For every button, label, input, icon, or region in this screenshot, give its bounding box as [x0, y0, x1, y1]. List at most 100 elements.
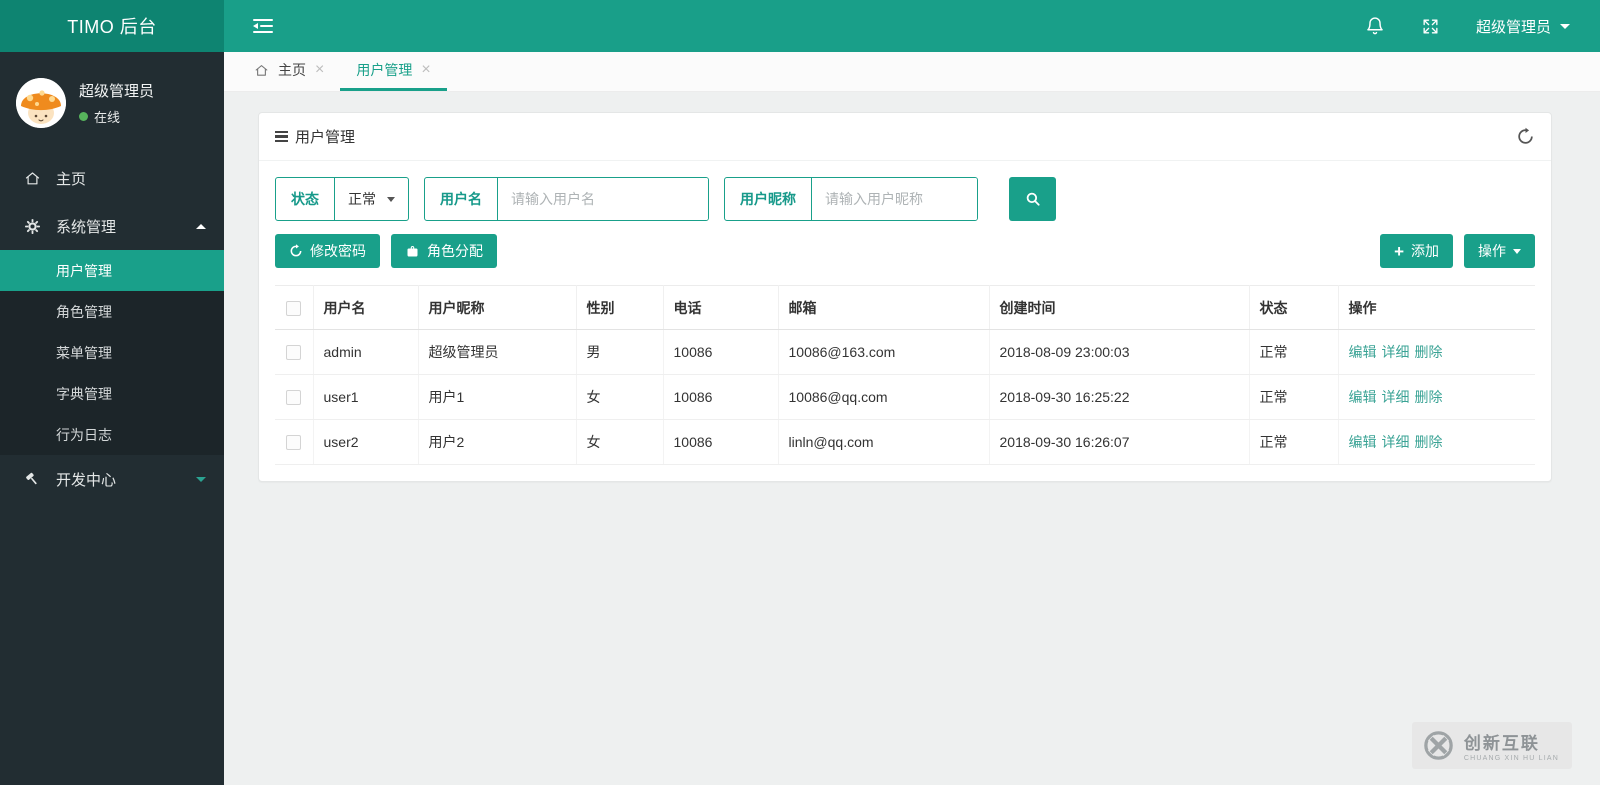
column-header: 性别 — [576, 285, 664, 330]
close-icon[interactable]: × — [315, 62, 324, 78]
user-menu-label: 超级管理员 — [1475, 18, 1551, 36]
edit-link[interactable]: 编辑 — [1349, 344, 1377, 360]
cell-gender: 女 — [576, 419, 664, 465]
cell-gender: 男 — [576, 329, 664, 375]
delete-link[interactable]: 删除 — [1415, 344, 1443, 360]
column-header: 用户昵称 — [418, 285, 577, 330]
user-name: 超级管理员 — [79, 83, 155, 100]
select-all-header — [275, 285, 314, 330]
watermark-subtitle: CHUANG XIN HU LIAN — [1463, 755, 1559, 762]
detail-link[interactable]: 详细 — [1382, 344, 1410, 360]
topbar: TIMO 后台 超级管理员 — [0, 0, 1600, 52]
cell-created: 2018-09-30 16:25:22 — [989, 374, 1250, 420]
watermark-logo-icon — [1422, 729, 1455, 762]
home-icon — [254, 63, 269, 78]
user-panel: 超级管理员 在线 — [0, 52, 224, 154]
cell-phone: 10086 — [663, 329, 779, 375]
refresh-icon[interactable] — [1516, 127, 1535, 146]
column-header: 创建时间 — [989, 285, 1250, 330]
row-checkbox[interactable] — [286, 435, 302, 451]
cell-username: user1 — [313, 374, 419, 420]
cell-created: 2018-09-30 16:26:07 — [989, 419, 1250, 465]
sidebar-item-role-mgmt[interactable]: 角色管理 — [0, 291, 224, 332]
table-row: user2 用户2 女 10086 linln@qq.com 2018-09-3… — [275, 419, 1535, 465]
panel-title: 用户管理 — [295, 129, 356, 146]
change-password-button[interactable]: 修改密码 — [275, 234, 380, 268]
sidebar-item-action-log[interactable]: 行为日志 — [0, 414, 224, 455]
cell-nickname: 用户2 — [418, 419, 577, 465]
sidebar-item-user-mgmt[interactable]: 用户管理 — [0, 250, 224, 291]
app-logo: TIMO 后台 — [0, 0, 224, 52]
edit-link[interactable]: 编辑 — [1349, 389, 1377, 405]
chevron-down-icon — [387, 196, 395, 202]
avatar — [16, 78, 66, 128]
sidebar-item-menu-mgmt[interactable]: 菜单管理 — [0, 332, 224, 373]
chevron-down-icon — [1513, 248, 1521, 254]
status-filter-group: 状态 正常 — [275, 177, 409, 221]
cell-username: admin — [313, 329, 419, 375]
column-header: 操作 — [1338, 285, 1535, 330]
edit-link[interactable]: 编辑 — [1349, 434, 1377, 450]
filter-bar: 状态 正常 用户名 用户昵称 — [275, 177, 1535, 221]
column-header: 状态 — [1249, 285, 1339, 330]
username-filter-group: 用户名 — [424, 177, 709, 221]
delete-link[interactable]: 删除 — [1415, 389, 1443, 405]
delete-link[interactable]: 删除 — [1415, 434, 1443, 450]
sidebar-menu: 主页 系统管理 用户管理 角色管理 菜单管理 字典管理 行为日志 开发中心 — [0, 154, 224, 503]
search-icon — [1024, 190, 1042, 208]
users-table: 用户名 用户昵称 性别 电话 邮箱 创建时间 状态 操作 admin 超级管理员 男 1008… — [275, 285, 1535, 465]
bell-icon[interactable] — [1365, 16, 1385, 36]
user-menu[interactable]: 超级管理员 — [1476, 16, 1570, 37]
username-input[interactable] — [498, 178, 708, 220]
status-select[interactable]: 正常 — [335, 178, 408, 220]
row-checkbox[interactable] — [286, 345, 302, 361]
watermark: 创新互联 CHUANG XIN HU LIAN — [1411, 722, 1572, 769]
user-status: 在线 — [94, 110, 121, 125]
cell-email: 10086@qq.com — [778, 374, 990, 420]
close-icon[interactable]: × — [421, 62, 430, 78]
cell-email: 10086@163.com — [778, 329, 990, 375]
sidebar-item-dict-mgmt[interactable]: 字典管理 — [0, 373, 224, 414]
more-actions-button[interactable]: 操作 — [1464, 234, 1535, 268]
nickname-label: 用户昵称 — [725, 178, 812, 220]
sidebar-item-home[interactable]: 主页 — [0, 154, 224, 202]
sidebar-toggle-icon[interactable] — [253, 18, 273, 34]
add-button[interactable]: + 添加 — [1380, 234, 1453, 268]
online-dot-icon — [79, 112, 88, 121]
cell-actions: 编辑 详细 删除 — [1338, 419, 1535, 465]
cell-status: 正常 — [1249, 419, 1339, 465]
user-mgmt-panel: 用户管理 状态 正常 用户名 请输入用户名 用户昵称 请输入用户昵称 修改密码 … — [258, 112, 1552, 482]
status-label: 状态 — [276, 178, 335, 220]
sidebar-item-dev-center[interactable]: 开发中心 — [0, 455, 224, 503]
row-checkbox[interactable] — [286, 390, 302, 406]
assign-role-button[interactable]: 角色分配 — [391, 234, 497, 268]
tab-home[interactable]: 主页 × — [238, 52, 340, 91]
sidebar-item-label: 主页 — [56, 170, 87, 188]
refresh-icon — [289, 244, 303, 258]
column-header: 用户名 — [313, 285, 419, 330]
home-icon — [22, 170, 42, 187]
fullscreen-icon[interactable] — [1421, 17, 1440, 36]
cell-nickname: 超级管理员 — [418, 329, 577, 375]
cell-created: 2018-08-09 23:00:03 — [989, 329, 1250, 375]
sidebar-item-system[interactable]: 系统管理 — [0, 202, 224, 250]
cell-phone: 10086 — [663, 374, 779, 420]
detail-link[interactable]: 详细 — [1382, 434, 1410, 450]
select-all-checkbox[interactable] — [286, 300, 302, 316]
hammer-icon — [22, 471, 42, 488]
cell-username: user2 — [313, 419, 419, 465]
cell-status: 正常 — [1249, 374, 1339, 420]
search-button[interactable] — [1009, 177, 1056, 221]
navbar: 超级管理员 — [224, 0, 1600, 52]
table-header-row: 用户名 用户昵称 性别 电话 邮箱 创建时间 状态 操作 — [275, 285, 1535, 330]
plus-icon: + — [1394, 241, 1404, 261]
cell-gender: 女 — [576, 374, 664, 420]
toolbar: 修改密码 角色分配 + 添加 操作 — [275, 234, 1535, 268]
detail-link[interactable]: 详细 — [1382, 389, 1410, 405]
nickname-input[interactable] — [812, 178, 977, 220]
chevron-up-icon — [196, 223, 206, 229]
briefcase-icon — [405, 244, 420, 259]
column-header: 邮箱 — [778, 285, 990, 330]
tab-user-mgmt[interactable]: 用户管理 × — [340, 52, 447, 91]
tab-label: 用户管理 — [356, 62, 413, 78]
